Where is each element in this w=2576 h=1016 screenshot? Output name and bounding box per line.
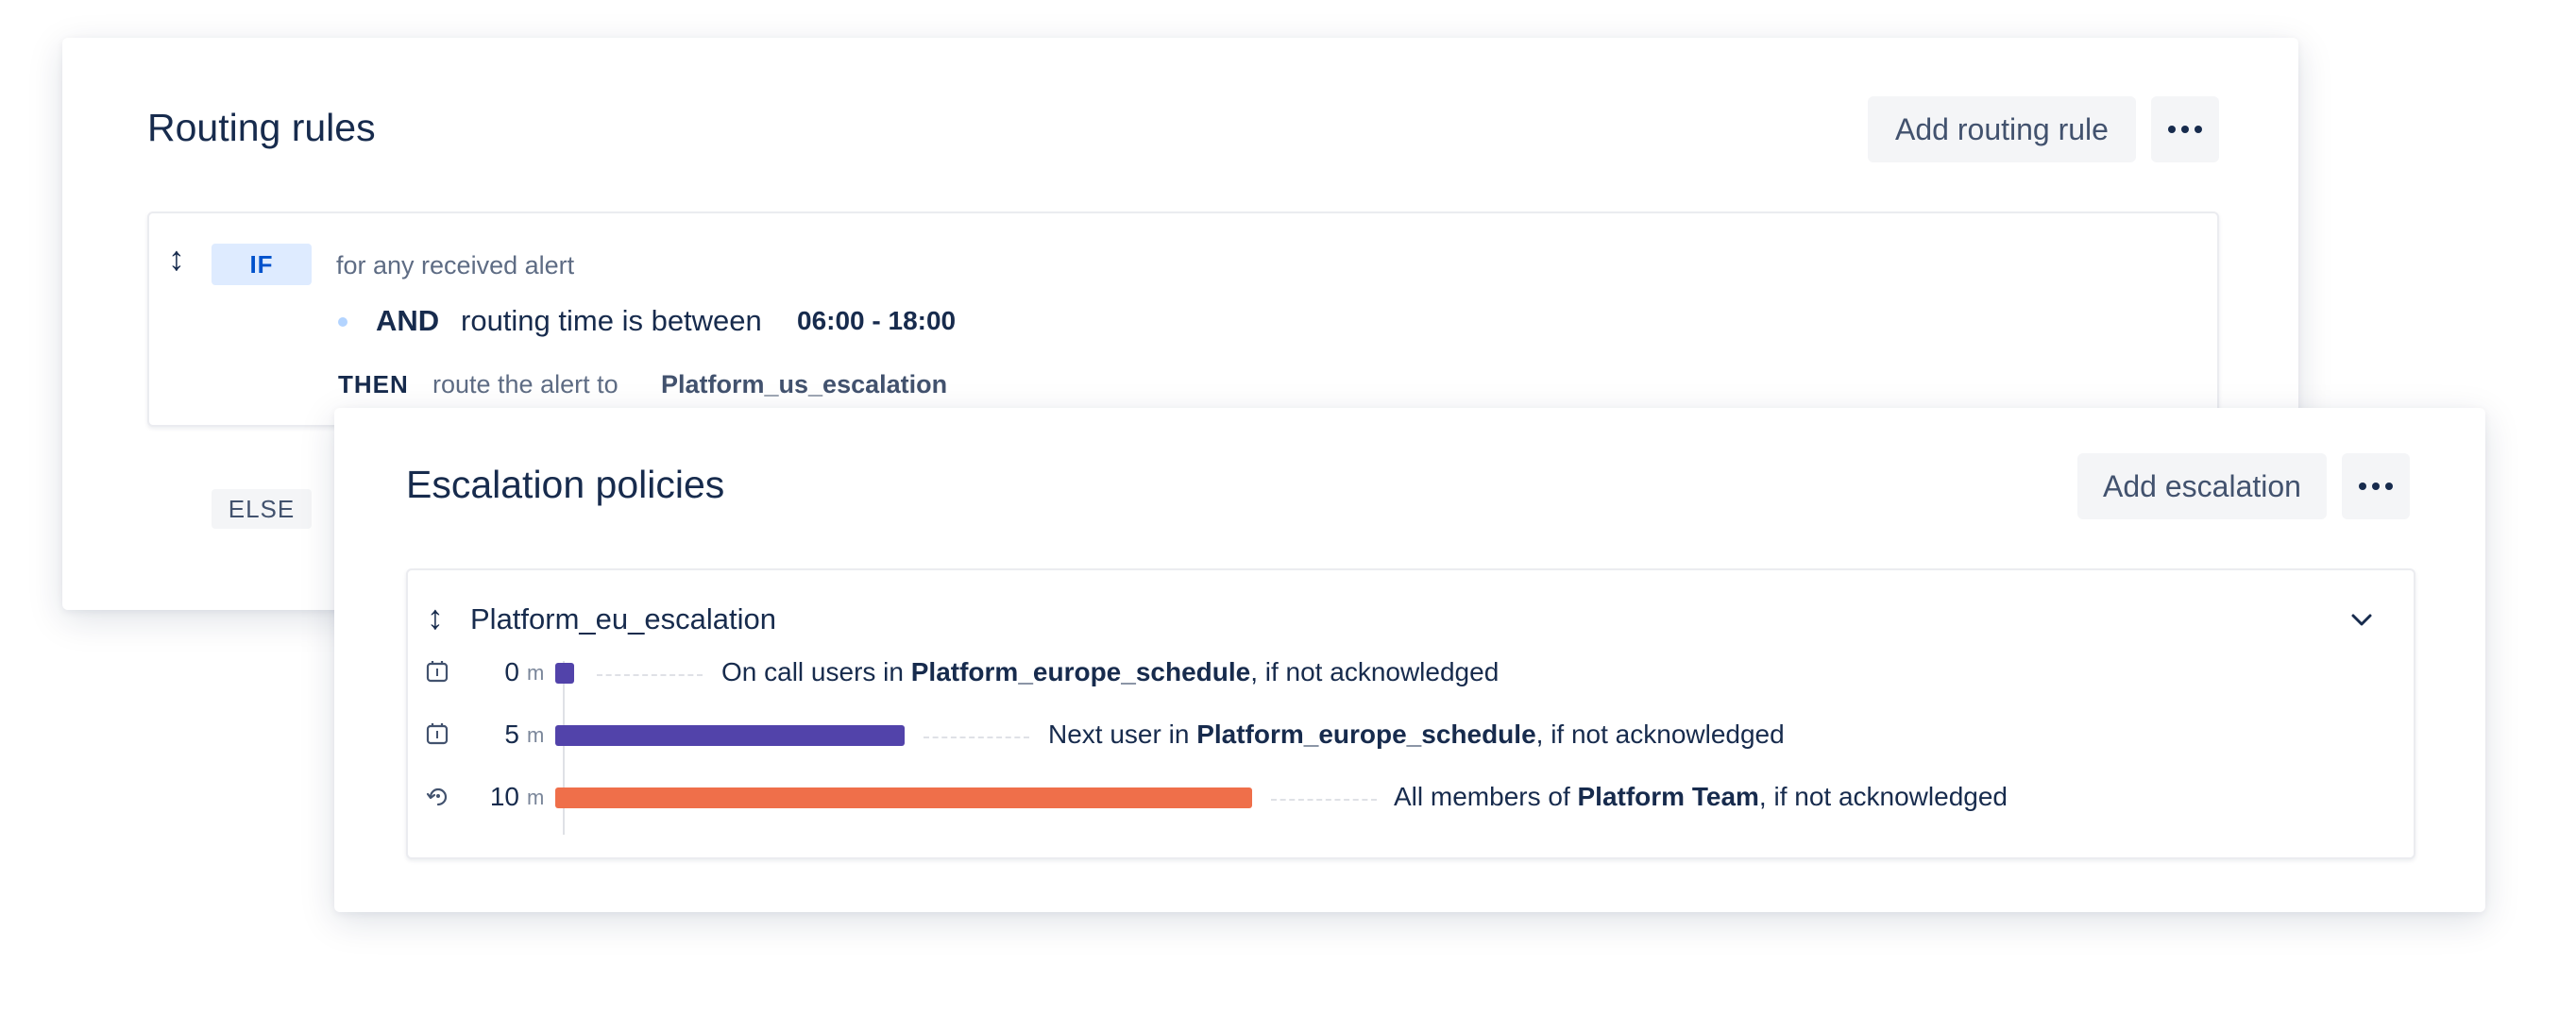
step-suffix: , if not acknowledged [1535,720,1785,749]
step-target: Platform_europe_schedule [1196,720,1536,749]
drag-handle-icon[interactable]: ↕ [168,242,185,276]
step-prefix: All members of [1394,782,1570,811]
add-routing-rule-button[interactable]: Add routing rule [1868,96,2136,162]
more-icon-dot [2372,483,2380,490]
step-connector [1271,799,1377,801]
and-condition-text: routing time is between [461,304,762,337]
then-label: THEN [338,370,409,398]
more-icon-dot [2195,126,2202,133]
if-tag: IF [212,244,312,285]
clock-icon [426,661,449,683]
step-connector [597,674,703,676]
step-delay: 0 [504,657,519,686]
more-icon-dot [2168,126,2176,133]
then-target-escalation[interactable]: Platform_us_escalation [661,370,947,399]
escalation-more-actions-button[interactable] [2342,453,2410,519]
and-label: AND [376,304,440,337]
step-delay-bar [555,663,574,684]
step-delay-unit: m [527,661,545,685]
step-connector [924,737,1029,738]
time-range-value: 06:00 - 18:00 [797,306,957,335]
step-target: Platform Team [1577,782,1759,811]
routing-rule-box[interactable]: ↕ IF for any received alert AND routing … [147,212,2219,427]
if-condition-text: for any received alert [336,251,575,279]
escalation-policy-box[interactable]: ↕ Platform_eu_escalation 0 m On call use… [406,568,2415,859]
step-description: On call users in Platform_europe_schedul… [721,657,1499,687]
escalation-policies-title: Escalation policies [406,463,725,506]
step-delay-bar [555,787,1252,808]
and-bullet-icon [338,317,347,327]
step-prefix: Next user in [1048,720,1190,749]
more-icon-dot [2359,483,2366,490]
routing-rules-title: Routing rules [147,106,376,149]
add-escalation-button[interactable]: Add escalation [2077,453,2327,519]
step-prefix: On call users in [721,657,904,686]
more-icon-dot [2385,483,2393,490]
routing-more-actions-button[interactable] [2151,96,2219,162]
step-delay-bar [555,725,905,746]
step-suffix: , if not acknowledged [1758,782,2008,811]
clock-icon [426,723,449,745]
step-delay-unit: m [527,723,545,747]
step-delay-unit: m [527,786,545,809]
repeat-icon [426,787,448,806]
timeline-axis [563,661,565,835]
escalation-policies-card: Escalation policies Add escalation ↕ Pla… [334,408,2485,912]
step-description: All members of Platform Team, if not ack… [1394,782,2008,812]
step-delay: 5 [504,720,519,749]
else-tag: ELSE [212,489,312,529]
step-target: Platform_europe_schedule [910,657,1251,686]
more-icon-dot [2181,126,2189,133]
step-suffix: , if not acknowledged [1250,657,1500,686]
step-delay: 10 [489,782,519,811]
then-action-text: route the alert to [432,370,619,398]
policy-name[interactable]: Platform_eu_escalation [470,602,776,636]
chevron-down-icon[interactable] [2347,606,2376,635]
step-description: Next user in Platform_europe_schedule, i… [1048,720,1785,750]
drag-handle-icon[interactable]: ↕ [427,601,444,635]
